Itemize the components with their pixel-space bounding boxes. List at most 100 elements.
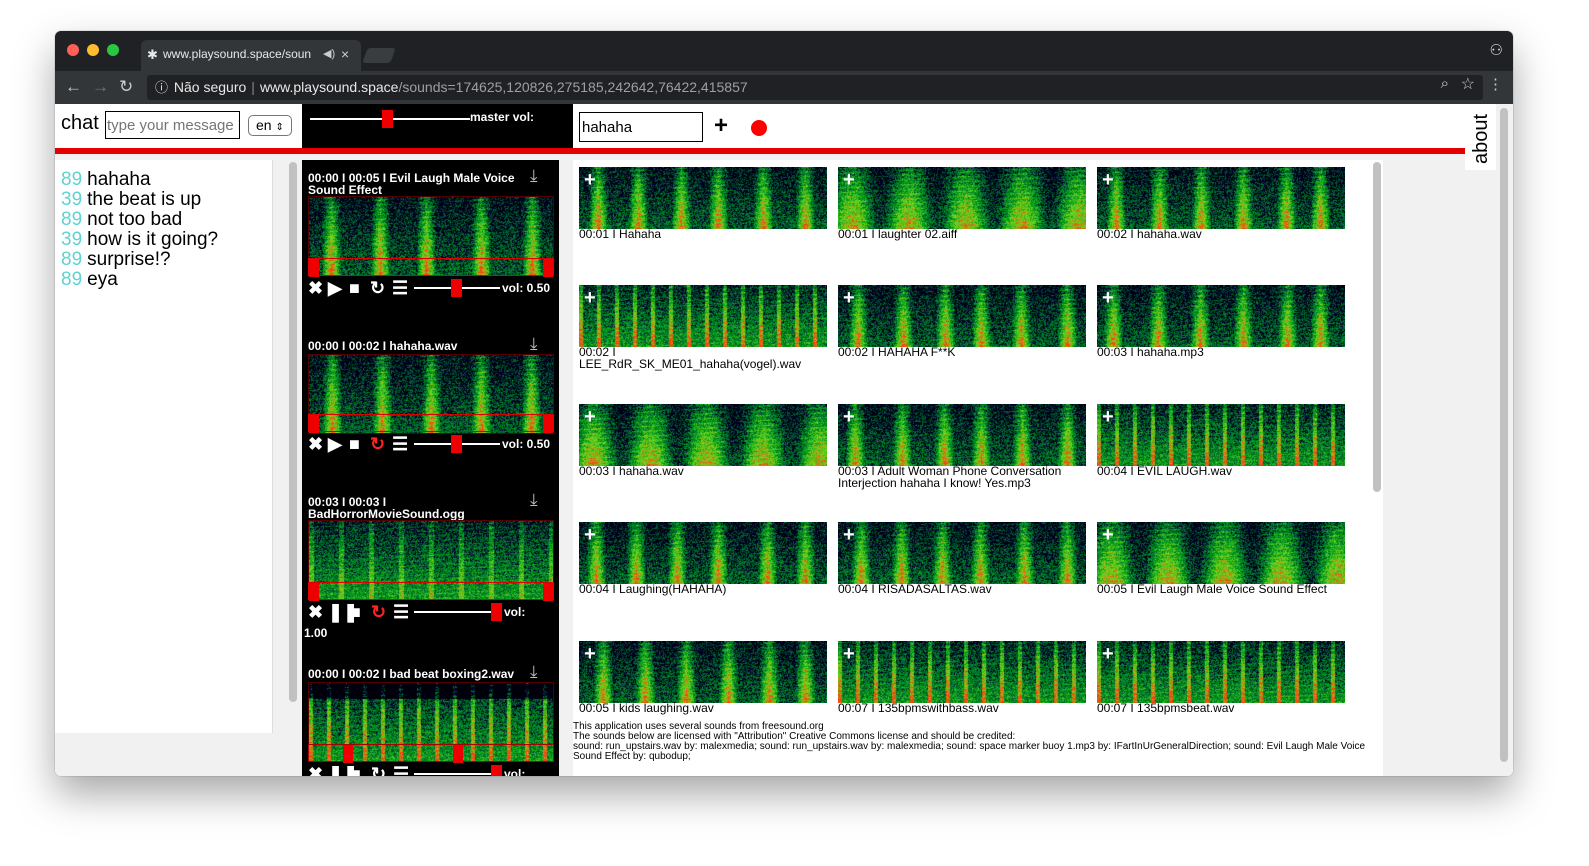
audio-playing-icon[interactable]: ◀) [323, 40, 335, 69]
chat-message: 89 not too bad [61, 209, 183, 230]
track-volume-slider[interactable] [414, 611, 500, 613]
add-to-mixer-icon[interactable]: + [1102, 170, 1114, 190]
track-volume-value: 1.00 [304, 626, 328, 640]
track-loop-region[interactable] [308, 744, 554, 763]
results-scrollbar[interactable] [1373, 162, 1381, 492]
info-icon[interactable]: ⓘ [155, 80, 168, 95]
about-tab[interactable]: about [1465, 104, 1498, 170]
about-label: about [1470, 113, 1492, 164]
add-to-mixer-icon[interactable]: + [843, 407, 855, 427]
result-spectrogram[interactable] [838, 641, 1086, 703]
add-to-mixer-icon[interactable]: + [843, 170, 855, 190]
chat-message-input[interactable] [105, 111, 240, 139]
minimize-window-button[interactable] [87, 44, 99, 56]
remove-track-icon[interactable]: ✖ [308, 278, 323, 298]
track-controls: ✖ ▶ ■ ↻ ☰ vol: 0.50 [308, 434, 554, 454]
maximize-window-button[interactable] [107, 44, 119, 56]
zoom-icon[interactable]: ⌕ [1441, 75, 1449, 92]
add-icon[interactable]: + [714, 112, 728, 140]
add-to-mixer-icon[interactable]: + [1102, 407, 1114, 427]
stop-icon[interactable]: ■ [349, 434, 360, 454]
add-to-mixer-icon[interactable]: + [1102, 288, 1114, 308]
remove-track-icon[interactable]: ✖ [308, 602, 323, 622]
record-icon[interactable] [751, 120, 767, 136]
tab-close-icon[interactable]: × [341, 40, 349, 69]
download-icon[interactable]: ⤓ [530, 490, 538, 510]
result-spectrogram[interactable] [579, 167, 827, 229]
track-volume-knob[interactable] [451, 435, 462, 453]
track-loop-region[interactable] [308, 582, 554, 601]
result-spectrogram[interactable] [838, 167, 1086, 229]
master-volume-knob[interactable] [382, 110, 393, 128]
remove-track-icon[interactable]: ✖ [308, 764, 323, 776]
add-to-mixer-icon[interactable]: + [584, 288, 596, 308]
master-volume-label: master vol: [470, 110, 535, 124]
result-spectrogram[interactable] [579, 404, 827, 466]
play-icon[interactable]: ▶ [328, 278, 342, 298]
address-bar[interactable]: ⓘ Não seguro | www.playsound.space/sounds=… [147, 75, 1483, 100]
add-to-mixer-icon[interactable]: + [843, 525, 855, 545]
stop-icon[interactable]: ■ [350, 764, 361, 776]
loop-icon[interactable]: ↻ [370, 434, 385, 454]
loop-icon[interactable]: ↻ [371, 602, 386, 622]
result-spectrogram[interactable] [579, 641, 827, 703]
add-to-mixer-icon[interactable]: + [584, 525, 596, 545]
add-to-mixer-icon[interactable]: + [1102, 644, 1114, 664]
close-window-button[interactable] [67, 44, 79, 56]
menu-icon[interactable]: ☰ [393, 602, 409, 622]
add-to-mixer-icon[interactable]: + [1102, 525, 1114, 545]
download-icon[interactable]: ⤓ [530, 662, 538, 682]
remove-track-icon[interactable]: ✖ [308, 434, 323, 454]
page-scrollbar[interactable] [1496, 104, 1513, 776]
result-spectrogram[interactable] [1097, 522, 1345, 584]
result-spectrogram[interactable] [1097, 285, 1345, 347]
track-volume-slider[interactable] [414, 773, 500, 775]
browser-tab[interactable]: ✱ www.playsound.space/soun ◀) × [141, 40, 361, 71]
menu-icon[interactable]: ☰ [393, 764, 409, 776]
result-spectrogram[interactable] [579, 522, 827, 584]
reload-icon[interactable]: ↻ [119, 77, 133, 97]
url-host: www.playsound.space [259, 79, 399, 95]
track-loop-region[interactable] [308, 414, 554, 433]
result-spectrogram[interactable] [579, 285, 827, 347]
download-icon[interactable]: ⤓ [530, 334, 538, 354]
loop-icon[interactable]: ↻ [370, 278, 385, 298]
add-to-mixer-icon[interactable]: + [584, 407, 596, 427]
select-arrows-icon: ⇕ [275, 122, 284, 133]
track-loop-region[interactable] [308, 258, 554, 277]
back-icon[interactable]: ← [65, 77, 82, 97]
track-volume-knob[interactable] [491, 765, 502, 776]
result-spectrogram[interactable] [1097, 404, 1345, 466]
search-header: + [573, 104, 1465, 148]
result-spectrogram[interactable] [1097, 167, 1345, 229]
result-label: 00:07 I 135bpmswithbass.wav [838, 701, 999, 715]
result-spectrogram[interactable] [838, 404, 1086, 466]
add-to-mixer-icon[interactable]: + [584, 170, 596, 190]
menu-icon[interactable]: ☰ [392, 278, 408, 298]
stop-icon[interactable]: ■ [350, 602, 361, 622]
add-to-mixer-icon[interactable]: + [584, 644, 596, 664]
result-spectrogram[interactable] [838, 522, 1086, 584]
forward-icon[interactable]: → [92, 77, 109, 97]
page-content: chat en ⇕ master vol: + about 89hahaha 3… [55, 104, 1513, 776]
loop-icon[interactable]: ↻ [371, 764, 386, 776]
track-volume-label: vol: 0.50 [502, 281, 551, 295]
browser-menu-icon[interactable]: ⋮ [1488, 75, 1503, 93]
result-spectrogram[interactable] [838, 285, 1086, 347]
track-volume-knob[interactable] [451, 279, 462, 297]
track-volume-knob[interactable] [491, 603, 502, 621]
result-spectrogram[interactable] [1097, 641, 1345, 703]
download-icon[interactable]: ⤓ [530, 166, 538, 186]
add-to-mixer-icon[interactable]: + [843, 644, 855, 664]
attribution: This application uses several sounds fro… [573, 722, 1373, 762]
menu-icon[interactable]: ☰ [392, 434, 408, 454]
search-input[interactable] [579, 112, 703, 142]
mixer-scrollbar[interactable] [289, 162, 297, 702]
language-select[interactable]: en ⇕ [248, 115, 292, 136]
new-tab-button[interactable] [362, 48, 396, 63]
play-icon[interactable]: ▶ [328, 434, 342, 454]
stop-icon[interactable]: ■ [349, 278, 360, 298]
bookmark-star-icon[interactable]: ☆ [1461, 74, 1475, 94]
add-to-mixer-icon[interactable]: + [843, 288, 855, 308]
tab-title: www.playsound.space/soun [163, 47, 312, 61]
